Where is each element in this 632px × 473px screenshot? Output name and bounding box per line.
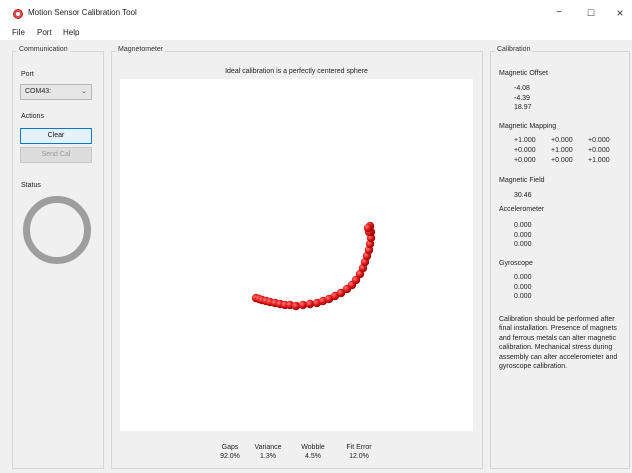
status-ring-icon bbox=[23, 196, 91, 264]
metric-gaps-value: 92.0% bbox=[220, 453, 240, 460]
actions-label: Actions bbox=[21, 113, 44, 120]
matrix-row: +1.000 +0.000 +0.000 bbox=[514, 136, 625, 146]
matrix-row: +0.000 +0.000 +1.000 bbox=[514, 156, 625, 166]
magnetometer-point bbox=[363, 223, 373, 233]
metric-gaps-label: Gaps bbox=[221, 444, 239, 451]
app-icon bbox=[13, 9, 23, 19]
clear-button[interactable]: Clear bbox=[20, 128, 92, 144]
matrix-cell: +1.000 bbox=[551, 147, 573, 154]
matrix-cell: +1.000 bbox=[514, 137, 536, 144]
gyroscope-z: 0.000 bbox=[514, 293, 532, 300]
gyroscope-values: 0.000 0.000 0.000 bbox=[514, 273, 532, 302]
gyroscope-label: Gyroscope bbox=[499, 260, 533, 267]
magnetic-offset-values: -4.08 -4.39 18.97 bbox=[514, 84, 532, 113]
port-select-value: COM43: bbox=[25, 88, 52, 95]
matrix-cell: +0.000 bbox=[551, 137, 573, 144]
metric-fit-error-value: 12.0% bbox=[349, 453, 369, 460]
gyroscope-x: 0.000 bbox=[514, 274, 532, 281]
metric-wobble-value: 4.5% bbox=[305, 453, 321, 460]
minimize-button[interactable]: − bbox=[552, 6, 566, 20]
chevron-down-icon: ⌄ bbox=[81, 88, 87, 95]
matrix-cell: +0.000 bbox=[514, 147, 536, 154]
title-bar: Motion Sensor Calibration Tool − ☐ × bbox=[0, 0, 632, 26]
metric-wobble-label: Wobble bbox=[301, 444, 325, 451]
magnetometer-points bbox=[251, 221, 376, 311]
send-cal-button[interactable]: Send Cal bbox=[20, 147, 92, 163]
matrix-row: +0.000 +1.000 +0.000 bbox=[514, 146, 625, 156]
accelerometer-label: Accelerometer bbox=[499, 206, 545, 213]
menu-file[interactable]: File bbox=[12, 28, 25, 37]
accelerometer-x: 0.000 bbox=[514, 222, 532, 229]
close-button[interactable]: × bbox=[613, 6, 627, 20]
accelerometer-y: 0.000 bbox=[514, 231, 532, 239]
magnetometer-plot[interactable] bbox=[120, 79, 473, 431]
magnetic-field-value: 30.46 bbox=[514, 192, 532, 199]
metric-variance-value: 1.3% bbox=[260, 453, 276, 460]
metric-variance: Variance 1.3% bbox=[248, 443, 288, 461]
calibration-group-title: Calibration bbox=[495, 46, 533, 53]
status-label: Status bbox=[21, 182, 41, 189]
communication-group-title: Communication bbox=[17, 46, 70, 53]
magnetic-mapping-label: Magnetic Mapping bbox=[499, 123, 557, 130]
matrix-cell: +1.000 bbox=[588, 157, 610, 164]
menu-help[interactable]: Help bbox=[63, 28, 79, 37]
magnetic-mapping-matrix: +1.000 +0.000 +0.000 +0.000 +1.000 +0.00… bbox=[514, 136, 625, 166]
metric-variance-label: Variance bbox=[254, 444, 282, 451]
magnetic-offset-x: -4.08 bbox=[514, 85, 530, 92]
magnetic-offset-y: -4.39 bbox=[514, 94, 530, 102]
menu-bar: File Port Help bbox=[0, 26, 632, 40]
magnetometer-group-title: Magnetometer bbox=[116, 46, 166, 53]
menu-port[interactable]: Port bbox=[37, 28, 52, 37]
matrix-cell: +0.000 bbox=[588, 147, 610, 154]
port-select[interactable]: COM43: ⌄ bbox=[20, 84, 92, 100]
magnetic-field-label: Magnetic Field bbox=[499, 177, 545, 184]
metric-wobble: Wobble 4.5% bbox=[293, 443, 333, 461]
gyroscope-y: 0.000 bbox=[514, 283, 532, 291]
matrix-cell: +0.000 bbox=[551, 157, 573, 164]
port-label: Port bbox=[21, 71, 34, 78]
accelerometer-values: 0.000 0.000 0.000 bbox=[514, 221, 532, 250]
accelerometer-z: 0.000 bbox=[514, 241, 532, 248]
metric-fit-error-label: Fit Error bbox=[346, 444, 372, 451]
calibration-note: Calibration should be performed after fi… bbox=[499, 316, 618, 371]
metric-gaps: Gaps 92.0% bbox=[210, 443, 250, 461]
plot-caption: Ideal calibration is a perfectly centere… bbox=[225, 68, 368, 75]
magnetic-offset-z: 18.97 bbox=[514, 104, 532, 111]
matrix-cell: +0.000 bbox=[514, 157, 536, 164]
maximize-button[interactable]: ☐ bbox=[584, 6, 598, 20]
window-title: Motion Sensor Calibration Tool bbox=[28, 8, 137, 17]
metric-fit-error: Fit Error 12.0% bbox=[339, 443, 379, 461]
magnetic-offset-label: Magnetic Offset bbox=[499, 70, 548, 77]
matrix-cell: +0.000 bbox=[588, 137, 610, 144]
